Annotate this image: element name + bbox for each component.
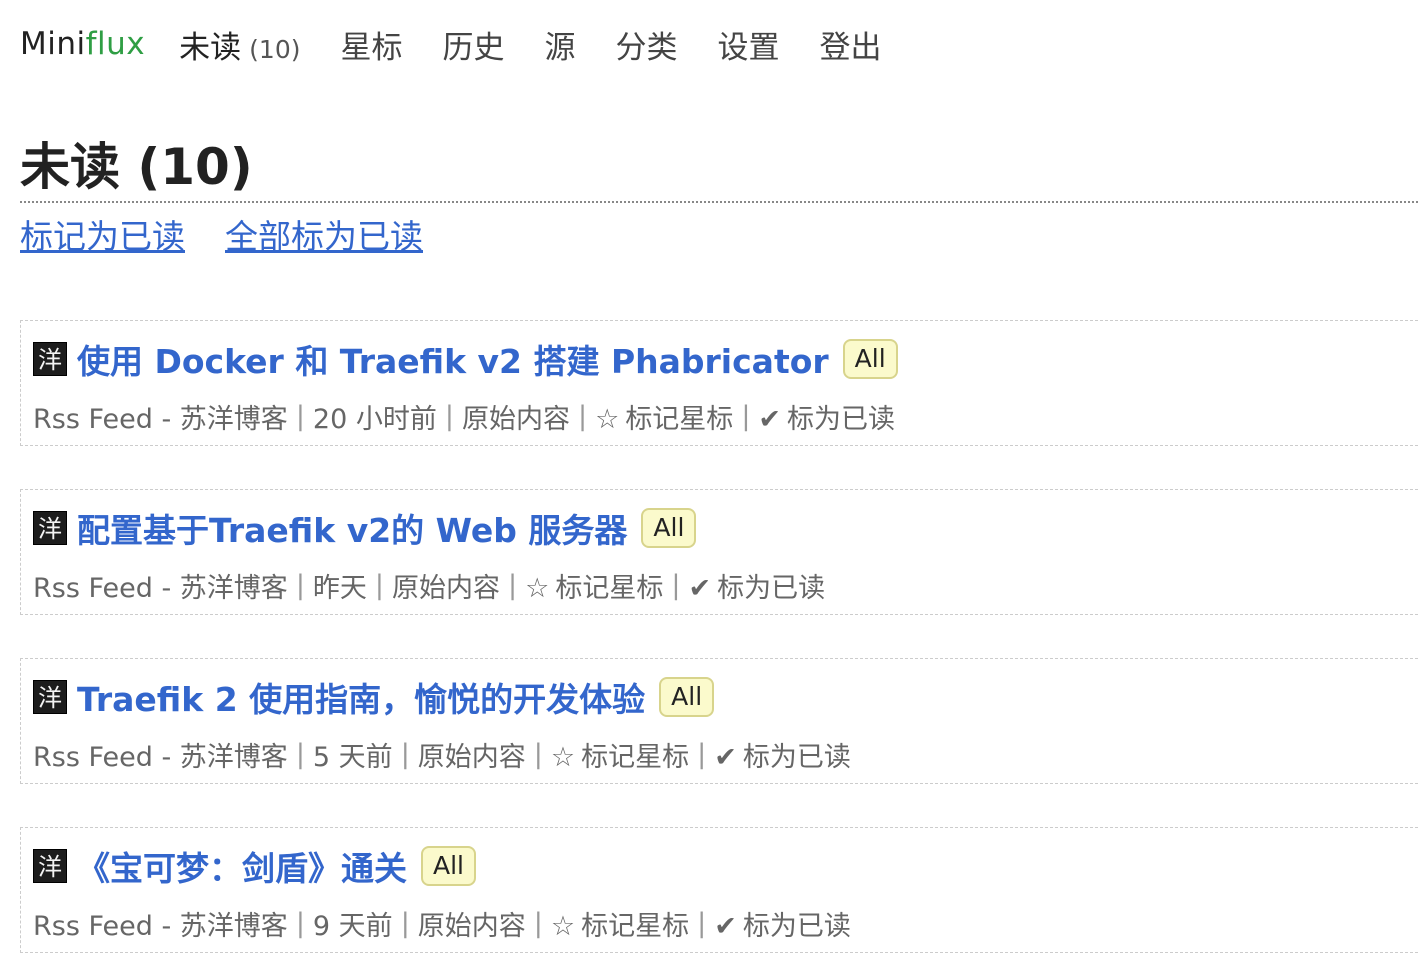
category-badge[interactable]: All xyxy=(421,846,476,886)
star-label: 标记星标 xyxy=(625,404,734,435)
meta-separator: | xyxy=(295,401,305,432)
app-logo[interactable]: Miniflux xyxy=(20,26,145,62)
meta-separator: | xyxy=(697,739,707,770)
mark-read-toggle[interactable]: ✔ 标为已读 xyxy=(688,566,825,605)
feed-icon: 洋 xyxy=(33,849,67,883)
meta-separator: | xyxy=(508,570,518,601)
mark-read-label: 标为已读 xyxy=(787,404,896,435)
entry-title-link[interactable]: 配置基于Traefik v2的 Web 服务器 xyxy=(77,504,627,552)
mark-read-label: 标为已读 xyxy=(717,573,826,604)
entry-feed-link[interactable]: Rss Feed - 苏洋博客 xyxy=(33,735,288,774)
meta-separator: | xyxy=(533,739,543,770)
star-icon: ☆ xyxy=(550,911,576,942)
entry-time: 20 小时前 xyxy=(312,404,437,435)
meta-separator: | xyxy=(577,401,588,432)
entry-title-link[interactable]: Traefik 2 使用指南，愉悦的开发体验 xyxy=(77,673,645,721)
main-nav: 未读 (10) 星标 历史 源 分类 设置 登出 xyxy=(179,22,921,67)
page-title: 未读 (10) xyxy=(20,138,253,196)
mark-read-label: 标为已读 xyxy=(742,742,851,773)
nav-unread[interactable]: 未读 (10) xyxy=(179,22,300,67)
star-toggle[interactable]: ☆ 标记星标 xyxy=(551,904,689,943)
logo-accent: flux xyxy=(85,26,146,62)
original-content-link[interactable]: 原始内容 xyxy=(462,397,570,436)
entry-meta: Rss Feed - 苏洋博客 | 5 天前 | 原始内容 | ☆ 标记星标 | … xyxy=(33,735,851,774)
title-divider xyxy=(20,201,1418,203)
mark-page-read-link[interactable]: 标记为已读 xyxy=(20,212,185,262)
meta-separator: | xyxy=(400,908,410,939)
meta-separator: | xyxy=(697,908,707,939)
original-content-link[interactable]: 原始内容 xyxy=(418,735,526,774)
mark-read-toggle[interactable]: ✔ 标为已读 xyxy=(758,397,895,436)
entry-title-link[interactable]: 使用 Docker 和 Traefik v2 搭建 Phabricator xyxy=(77,335,829,383)
entry-title-row: 洋 《宝可梦：剑盾》通关 All xyxy=(33,842,476,890)
star-toggle[interactable]: ☆ 标记星标 xyxy=(595,397,733,436)
nav-settings[interactable]: 设置 xyxy=(717,22,779,67)
nav-feeds[interactable]: 源 xyxy=(544,22,575,67)
star-icon: ☆ xyxy=(550,742,576,773)
category-badge[interactable]: All xyxy=(659,677,715,717)
nav-logout[interactable]: 登出 xyxy=(819,22,881,67)
entry-meta: Rss Feed - 苏洋博客 | 20 小时前 | 原始内容 | ☆ 标记星标 … xyxy=(33,397,895,436)
mark-read-toggle[interactable]: ✔ 标为已读 xyxy=(714,904,851,943)
nav-history[interactable]: 历史 xyxy=(442,22,504,67)
entry-title-row: 洋 Traefik 2 使用指南，愉悦的开发体验 All xyxy=(33,673,715,721)
category-badge[interactable]: All xyxy=(842,339,898,379)
entry-feed-link[interactable]: Rss Feed - 苏洋博客 xyxy=(33,566,288,605)
original-content-link[interactable]: 原始内容 xyxy=(418,904,526,943)
meta-separator: | xyxy=(295,908,305,939)
meta-separator: | xyxy=(400,739,410,770)
entry-meta: Rss Feed - 苏洋博客 | 9 天前 | 原始内容 | ☆ 标记星标 | … xyxy=(33,904,851,943)
page-actions: 标记为已读 全部标为已读 xyxy=(20,212,463,262)
meta-separator: | xyxy=(741,401,751,432)
meta-separator: | xyxy=(444,401,454,432)
check-icon: ✔ xyxy=(688,573,712,604)
mark-all-read-link[interactable]: 全部标为已读 xyxy=(225,212,423,262)
star-label: 标记星标 xyxy=(581,911,690,942)
entry-title-row: 洋 使用 Docker 和 Traefik v2 搭建 Phabricator … xyxy=(33,335,898,383)
entry-item: 洋 《宝可梦：剑盾》通关 All Rss Feed - 苏洋博客 | 9 天前 … xyxy=(20,827,1418,953)
check-icon: ✔ xyxy=(714,911,737,942)
star-toggle[interactable]: ☆ 标记星标 xyxy=(551,735,689,774)
entry-item: 洋 Traefik 2 使用指南，愉悦的开发体验 All Rss Feed - … xyxy=(20,658,1418,784)
entry-feed-link[interactable]: Rss Feed - 苏洋博客 xyxy=(33,904,288,943)
star-label: 标记星标 xyxy=(555,573,664,604)
original-content-link[interactable]: 原始内容 xyxy=(392,566,500,605)
meta-separator: | xyxy=(295,570,305,601)
entry-title-row: 洋 配置基于Traefik v2的 Web 服务器 All xyxy=(33,504,697,552)
entry-time: 昨天 xyxy=(312,573,367,604)
entry-item: 洋 配置基于Traefik v2的 Web 服务器 All Rss Feed -… xyxy=(20,489,1418,615)
nav-categories[interactable]: 分类 xyxy=(615,22,677,67)
star-label: 标记星标 xyxy=(581,742,690,773)
meta-separator: | xyxy=(295,739,305,770)
feed-icon: 洋 xyxy=(33,511,67,545)
nav-unread-count: (10) xyxy=(249,34,301,64)
feed-icon: 洋 xyxy=(33,342,67,376)
meta-separator: | xyxy=(374,570,385,601)
star-icon: ☆ xyxy=(595,404,620,435)
entry-time: 5 天前 xyxy=(312,742,393,773)
star-icon: ☆ xyxy=(525,573,550,604)
header: Miniflux 未读 (10) 星标 历史 源 分类 设置 登出 xyxy=(20,22,921,66)
meta-separator: | xyxy=(671,570,681,601)
entry-time: 9 天前 xyxy=(312,911,393,942)
meta-separator: | xyxy=(533,908,543,939)
star-toggle[interactable]: ☆ 标记星标 xyxy=(525,566,663,605)
category-badge[interactable]: All xyxy=(641,508,697,548)
mark-read-toggle[interactable]: ✔ 标为已读 xyxy=(714,735,851,774)
entry-title-link[interactable]: 《宝可梦：剑盾》通关 xyxy=(77,842,407,890)
mark-read-label: 标为已读 xyxy=(742,911,851,942)
nav-unread-label: 未读 xyxy=(179,29,242,66)
entry-feed-link[interactable]: Rss Feed - 苏洋博客 xyxy=(33,397,288,436)
check-icon: ✔ xyxy=(714,742,737,773)
logo-main: Mini xyxy=(20,26,86,62)
nav-starred[interactable]: 星标 xyxy=(340,22,402,67)
check-icon: ✔ xyxy=(758,404,782,435)
feed-icon: 洋 xyxy=(33,680,67,714)
entry-meta: Rss Feed - 苏洋博客 | 昨天 | 原始内容 | ☆ 标记星标 | ✔ 标… xyxy=(33,566,825,605)
entry-list: 洋 使用 Docker 和 Traefik v2 搭建 Phabricator … xyxy=(20,320,1418,960)
entry-item: 洋 使用 Docker 和 Traefik v2 搭建 Phabricator … xyxy=(20,320,1418,446)
